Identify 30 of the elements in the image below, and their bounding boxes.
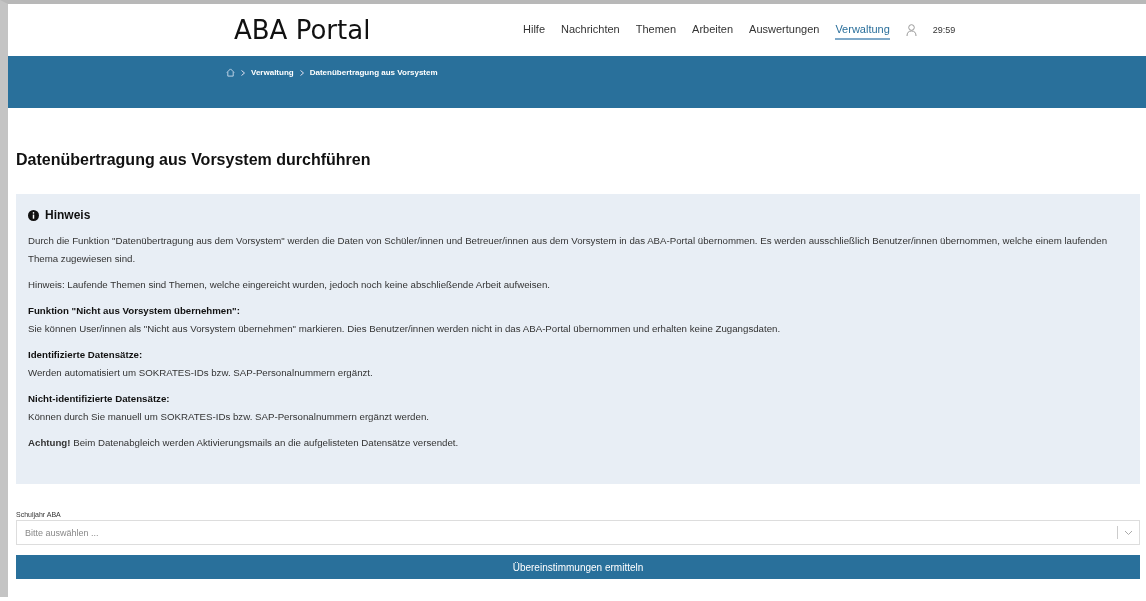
session-timer: 29:59 [932,25,956,35]
chevron-right-icon [241,70,245,76]
nav-link[interactable]: Nachrichten [561,20,620,40]
notice-heading: Nicht-identifizierte Datensätze: [28,392,171,406]
notice-text: Sie können User/innen als "Nicht aus Vorsystem übernehmen" markieren. Dies Benutzer/innen werden nicht in das ABA-Portal übernommen und erhalten keine Zugangsdaten. [28,322,782,336]
nav-link[interactable]: Hilfe [523,20,545,40]
portal-logo: ABA Portal [234,15,372,45]
notice-heading: Identifizierte Datensätze: [28,348,144,362]
nav-link[interactable]: Auswertungen [749,20,820,40]
find-matches-button[interactable]: Übereinstimmungen ermitteln [16,555,1140,579]
chevron-down-icon [1124,529,1133,536]
notice-text: Hinweis: Laufende Themen sind Themen, welche eingereicht wurden, jedoch noch keine abschließende Arbeit aufweisen. [28,278,551,292]
notice-title: Hinweis [45,208,91,222]
breadcrumb-link[interactable]: Verwaltung [251,68,294,77]
notice-text: Werden automatisiert um SOKRATES-IDs bzw. SAP-Personalnummern ergänzt. [28,366,374,380]
nav-link[interactable]: Verwaltung [835,20,890,40]
nav-link[interactable]: Arbeiten [692,20,734,40]
school-year-select[interactable]: Bitte auswählen ... [16,520,1140,545]
notice-text: Achtung! Beim Datenabgleich werden Aktivierungsmails an die aufgelisteten Datensätze versendet. [28,436,460,450]
info-icon [28,209,39,221]
notice-heading: Funktion "Nicht aus Vorsystem übernehmen": [28,304,241,318]
breadcrumb-current: Datenübertragung aus Vorsystem [309,68,438,77]
nav-link[interactable]: Themen [635,20,677,40]
page-title: Datenübertragung aus Vorsystem durchführen [16,151,372,169]
notice-text: Können durch Sie manuell um SOKRATES-IDs bzw. SAP-Personalnummern ergänzt werden. [28,410,430,424]
user-icon[interactable] [905,24,917,36]
home-icon[interactable] [226,68,235,77]
notice-text: Durch die Funktion "Datenübertragung aus dem Vorsystem" werden die Daten von Schüler/innen und Betreuer/innen aus dem Vorsystem in das ABA-Portal übernommen. Es werden ausschließlich Benutzer/innen übernommen, welche einem laufenden Thema zugewiesen sind. [28,234,1109,266]
chevron-right-icon [299,70,304,76]
school-year-input[interactable]: Bitte auswählen ... [23,526,1117,539]
